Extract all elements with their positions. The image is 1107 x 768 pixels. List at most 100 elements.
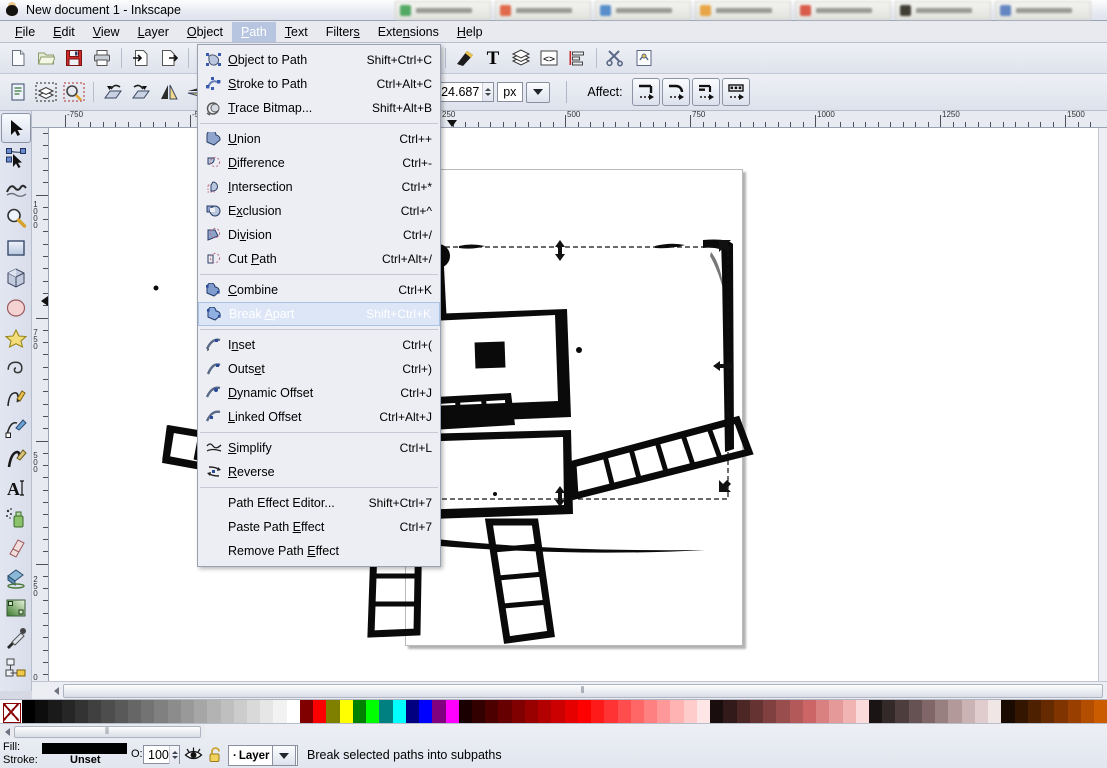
menu-item-combine[interactable]: CombineCtrl+K — [198, 278, 440, 302]
menu-item-path-effect-editor[interactable]: Path Effect Editor...Shift+Ctrl+7 — [198, 491, 440, 515]
affect-patterns-button[interactable] — [722, 78, 750, 106]
palette-swatch[interactable] — [670, 700, 683, 724]
palette-swatch[interactable] — [1054, 700, 1067, 724]
menu-item-cut-path[interactable]: Cut PathCtrl+Alt+/ — [198, 247, 440, 271]
palette-swatch[interactable] — [221, 700, 234, 724]
palette-swatch[interactable] — [551, 700, 564, 724]
palette-swatch[interactable] — [525, 700, 538, 724]
box3d-tool[interactable] — [1, 263, 31, 293]
flip-horizontal-button[interactable] — [156, 79, 182, 105]
palette-swatch[interactable] — [512, 700, 525, 724]
menu-item-trace-bitmap[interactable]: Trace Bitmap...Shift+Alt+B — [198, 96, 440, 120]
height-stepper[interactable] — [482, 83, 493, 101]
select-all-layers-button[interactable] — [33, 79, 59, 105]
palette-swatch[interactable] — [419, 700, 432, 724]
xml-editor-button[interactable]: <> — [536, 45, 562, 71]
menu-item-intersection[interactable]: IntersectionCtrl+* — [198, 175, 440, 199]
palette-swatch[interactable] — [300, 700, 313, 724]
menu-path[interactable]: Path — [232, 22, 276, 42]
palette-swatch[interactable] — [35, 700, 48, 724]
star-tool[interactable] — [1, 323, 31, 353]
palette-swatch[interactable] — [829, 700, 842, 724]
palette-swatch[interactable] — [843, 700, 856, 724]
palette-swatch[interactable] — [22, 700, 35, 724]
unit-dropdown[interactable] — [526, 82, 550, 103]
palette-swatch[interactable] — [498, 700, 511, 724]
open-document-button[interactable] — [33, 45, 59, 71]
stroke-value[interactable]: Unset — [70, 754, 101, 766]
palette-swatch[interactable] — [48, 700, 61, 724]
unit-value[interactable]: px — [497, 82, 523, 102]
menu-item-break-apart[interactable]: Break ApartShift+Ctrl+K — [198, 302, 440, 326]
zoom-tool[interactable] — [1, 203, 31, 233]
rotate-cw-button[interactable] — [128, 79, 154, 105]
document-properties-button[interactable] — [631, 45, 657, 71]
palette-swatch[interactable] — [604, 700, 617, 724]
palette-scroll-left-icon[interactable] — [0, 724, 14, 740]
opacity-stepper[interactable] — [169, 746, 179, 764]
palette-swatch[interactable] — [234, 700, 247, 724]
horizontal-scrollbar[interactable]: ⦀ — [49, 681, 1107, 699]
vertical-scrollbar[interactable] — [1098, 128, 1107, 681]
text-dialog-button[interactable]: T — [480, 45, 506, 71]
palette-swatch[interactable] — [1068, 700, 1081, 724]
palette-swatch[interactable] — [154, 700, 167, 724]
palette-swatch[interactable] — [975, 700, 988, 724]
palette-swatch[interactable] — [260, 700, 273, 724]
align-dialog-button[interactable] — [564, 45, 590, 71]
affect-gradients-button[interactable] — [692, 78, 720, 106]
save-document-button[interactable] — [61, 45, 87, 71]
palette-swatch[interactable] — [459, 700, 472, 724]
menu-filters[interactable]: Filters — [317, 22, 369, 42]
menu-item-exclusion[interactable]: ExclusionCtrl+^ — [198, 199, 440, 223]
palette-swatch[interactable] — [472, 700, 485, 724]
palette-swatch[interactable] — [313, 700, 326, 724]
palette-swatch[interactable] — [207, 700, 220, 724]
palette-swatch[interactable] — [485, 700, 498, 724]
palette-swatch[interactable] — [816, 700, 829, 724]
menu-item-division[interactable]: DivisionCtrl+/ — [198, 223, 440, 247]
palette-swatch[interactable] — [565, 700, 578, 724]
select-all-button[interactable] — [5, 79, 31, 105]
palette-scroll-thumb[interactable]: ⦀ — [14, 726, 201, 738]
palette-swatch[interactable] — [101, 700, 114, 724]
import-button[interactable] — [128, 45, 154, 71]
menu-item-inset[interactable]: InsetCtrl+( — [198, 333, 440, 357]
palette-swatch[interactable] — [697, 700, 710, 724]
palette-scrollbar[interactable]: ⦀ — [0, 724, 205, 739]
palette-swatch[interactable] — [922, 700, 935, 724]
calligraphy-tool[interactable] — [1, 443, 31, 473]
palette-swatch[interactable] — [273, 700, 286, 724]
palette-swatch[interactable] — [909, 700, 922, 724]
palette-swatch[interactable] — [895, 700, 908, 724]
menu-item-linked-offset[interactable]: Linked OffsetCtrl+Alt+J — [198, 405, 440, 429]
palette-swatch[interactable] — [366, 700, 379, 724]
palette-swatch[interactable] — [790, 700, 803, 724]
rectangle-tool[interactable] — [1, 233, 31, 263]
palette-swatch[interactable] — [393, 700, 406, 724]
palette-swatch[interactable] — [128, 700, 141, 724]
palette-swatch[interactable] — [1028, 700, 1041, 724]
connector-tool[interactable] — [1, 653, 31, 683]
menu-view[interactable]: View — [84, 22, 129, 42]
menu-item-difference[interactable]: DifferenceCtrl+- — [198, 151, 440, 175]
palette-swatch[interactable] — [538, 700, 551, 724]
palette-swatch[interactable] — [684, 700, 697, 724]
deselect-button[interactable] — [61, 79, 87, 105]
eraser-tool[interactable] — [1, 533, 31, 563]
fill-stroke-dialog-button[interactable] — [452, 45, 478, 71]
palette-swatch[interactable] — [194, 700, 207, 724]
menu-file[interactable]: File — [6, 22, 44, 42]
text-tool[interactable]: A — [1, 473, 31, 503]
fill-color-swatch[interactable] — [42, 743, 127, 754]
eye-icon[interactable] — [184, 746, 203, 765]
palette-swatch[interactable] — [432, 700, 445, 724]
affect-stroke-width-button[interactable] — [632, 78, 660, 106]
palette-swatch[interactable] — [1081, 700, 1094, 724]
layer-lock-icon[interactable] — [208, 746, 223, 766]
spiral-tool[interactable] — [1, 353, 31, 383]
palette-swatch[interactable] — [353, 700, 366, 724]
bezier-tool[interactable] — [1, 413, 31, 443]
palette-swatch[interactable] — [141, 700, 154, 724]
palette-swatch[interactable] — [340, 700, 353, 724]
